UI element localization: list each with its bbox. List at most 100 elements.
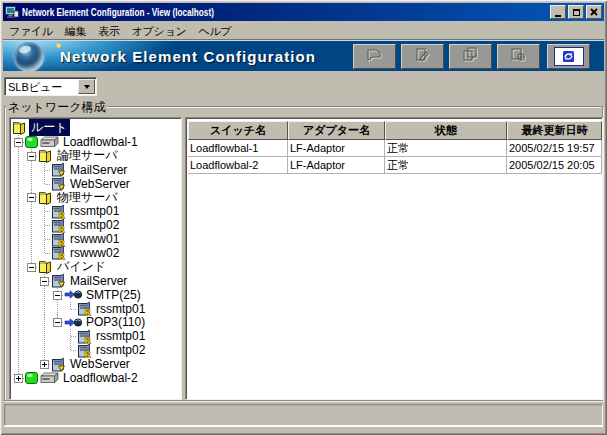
banner: Network Element Configuration	[3, 41, 604, 71]
tree-guide	[12, 177, 25, 191]
menu-item-1[interactable]: ファイル	[3, 23, 59, 40]
tree-guide	[51, 288, 64, 302]
cell-2-4: 2005/02/15 20:05	[507, 157, 602, 174]
serverV-icon	[51, 273, 66, 288]
collapse-toggle-icon[interactable]	[27, 193, 36, 202]
cell-1-4: 2005/02/15 19:57	[507, 140, 602, 157]
tree-item-POP3(110)[interactable]: POP3(110)	[12, 315, 179, 329]
tree-guide	[25, 343, 38, 357]
serverR-icon: R	[77, 301, 92, 316]
tree-guide	[25, 218, 38, 232]
tree-guide	[51, 329, 64, 343]
toolbar-button-refresh[interactable]	[547, 44, 590, 69]
column-header-1[interactable]: スイッチ名	[188, 121, 288, 140]
tree-guide	[25, 246, 38, 260]
collapse-toggle-icon[interactable]	[53, 318, 62, 327]
tree-guide	[12, 274, 25, 288]
column-header-3[interactable]: 状態	[385, 121, 507, 140]
tree-guide	[64, 343, 77, 357]
column-header-2[interactable]: アダプター名	[288, 121, 385, 140]
tree-guide	[25, 260, 38, 274]
tree-guide	[38, 302, 51, 316]
tree-item-label: WebServer	[68, 357, 132, 371]
menu-item-2[interactable]: 編集	[59, 23, 92, 40]
serverR-icon: R	[77, 329, 92, 344]
tree-item-label: rssmtp01	[94, 329, 147, 343]
collapse-toggle-icon[interactable]	[14, 138, 23, 147]
serverR-icon: R	[51, 218, 66, 233]
tree-guide	[25, 163, 38, 177]
tree-item-SMTP(25)[interactable]: SMTP(25)	[12, 288, 179, 302]
tree-guide	[12, 315, 25, 329]
tree-guide	[25, 149, 38, 163]
tree-guide	[25, 274, 38, 288]
tree-item-label: MailServer	[68, 274, 129, 288]
toolbar-button-2[interactable]	[401, 44, 444, 69]
tree-guide	[12, 232, 25, 246]
tree-item-MailServer[interactable]: MailServer	[12, 163, 179, 177]
toolbar-button-4[interactable]	[497, 44, 540, 69]
tree-item-rswww01[interactable]: Rrswww01	[12, 232, 179, 246]
view-selector-dropdown-button[interactable]	[78, 79, 95, 94]
tree-guide	[38, 315, 51, 329]
tree-item-label: rssmtp02	[68, 218, 121, 232]
collapse-toggle-icon[interactable]	[27, 152, 36, 161]
status-bar	[4, 404, 603, 426]
serverR-icon: R	[51, 232, 66, 247]
collapse-toggle-icon[interactable]	[40, 277, 49, 286]
view-selector[interactable]: SLBビュー	[4, 77, 97, 96]
switch-icon	[40, 372, 59, 384]
serverV-icon	[51, 357, 66, 372]
tree-item-rssmtp02[interactable]: Rrssmtp02	[12, 343, 179, 357]
tree-item-MailServer[interactable]: MailServer	[12, 274, 179, 288]
minimize-button[interactable]	[550, 5, 566, 19]
tree-item-ルート[interactable]: ルート	[12, 121, 179, 135]
tree-guide	[12, 302, 25, 316]
cell-1-2: LF-Adaptor	[288, 140, 385, 157]
toolbar-button-1[interactable]	[353, 44, 396, 69]
collapse-toggle-icon[interactable]	[27, 263, 36, 272]
tree-guide	[12, 371, 25, 385]
tree-item-label: rswww01	[68, 232, 121, 246]
toolbar-button-4-icon	[510, 47, 527, 66]
menu-item-5[interactable]: ヘルプ	[192, 23, 237, 40]
tree-guide	[25, 177, 38, 191]
column-header-4[interactable]: 最終更新日時	[507, 121, 602, 140]
table-row-2[interactable]: Loadflowbal-2LF-Adaptor正常2005/02/15 20:0…	[188, 157, 600, 174]
led-icon	[25, 136, 38, 148]
window-title: Network Element Configuration - View (lo…	[22, 6, 434, 18]
tree-guide	[25, 232, 38, 246]
led-icon	[25, 372, 38, 384]
tree-item-rssmtp02[interactable]: Rrssmtp02	[12, 218, 179, 232]
app-icon	[5, 5, 19, 19]
tree-guide	[12, 204, 25, 218]
close-button[interactable]	[586, 5, 602, 19]
cell-1-1: Loadflowbal-1	[188, 140, 288, 157]
tree-guide	[12, 135, 25, 149]
tree-guide	[51, 343, 64, 357]
serverR-icon: R	[51, 204, 66, 219]
tree-item-label: SMTP(25)	[84, 288, 143, 302]
expand-toggle-icon[interactable]	[14, 374, 23, 383]
tree-item-バインド[interactable]: バインド	[12, 260, 179, 274]
tree-item-label: POP3(110)	[84, 315, 147, 329]
tree-guide	[38, 232, 51, 246]
tree-item-物理サーバ[interactable]: 物理サーバ	[12, 190, 179, 204]
toolbar-button-3[interactable]	[449, 44, 492, 69]
tree-item-Loadflowbal-2[interactable]: Loadflowbal-2	[12, 371, 179, 385]
tree-guide	[51, 315, 64, 329]
tree-item-rssmtp01[interactable]: Rrssmtp01	[12, 204, 179, 218]
tree-item-rssmtp01[interactable]: Rrssmtp01	[12, 329, 179, 343]
tree-item-論理サーバ[interactable]: 論理サーバ	[12, 149, 179, 163]
tree-item-rssmtp01[interactable]: Rrssmtp01	[12, 302, 179, 316]
cell-2-3: 正常	[385, 157, 507, 174]
table-row-1[interactable]: Loadflowbal-1LF-Adaptor正常2005/02/15 19:5…	[188, 140, 600, 157]
collapse-toggle-icon[interactable]	[53, 291, 62, 300]
expand-toggle-icon[interactable]	[40, 360, 49, 369]
menu-item-3[interactable]: 表示	[92, 23, 125, 40]
tree-item-WebServer[interactable]: WebServer	[12, 357, 179, 371]
tree-guide	[25, 357, 38, 371]
tree-guide	[12, 329, 25, 343]
menu-item-4[interactable]: オプション	[126, 23, 193, 40]
maximize-button[interactable]	[568, 5, 584, 19]
